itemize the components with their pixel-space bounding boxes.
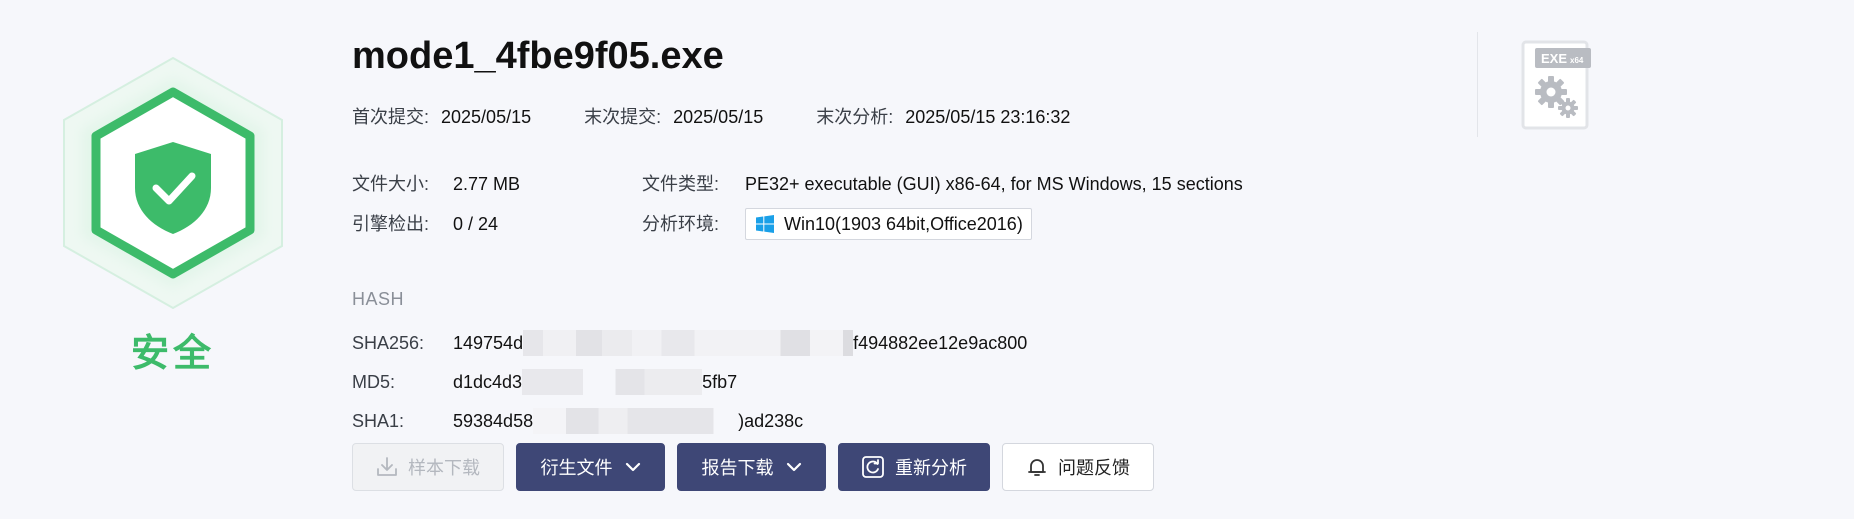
action-toolbar: 样本下载 衍生文件 报告下载 重新分析 问题反馈 [352,443,1154,491]
safe-shield-badge [50,50,296,320]
last-submit: 末次提交: 2025/05/15 [584,103,763,129]
download-icon [377,457,397,476]
chevron-down-icon [625,462,640,472]
sha1-label: SHA1: [352,411,405,431]
report-download-button[interactable]: 报告下载 [677,443,826,491]
windows-icon [756,215,774,233]
engine-detect-label: 引擎检出: [352,214,430,234]
md5-label: MD5: [352,372,396,392]
sha1-value-end: )ad238c [738,411,804,431]
file-type-value: PE32+ executable (GUI) x86-64, for MS Wi… [745,174,1243,194]
feedback-button[interactable]: 问题反馈 [1002,443,1154,491]
last-analysis-value: 2025/05/15 23:16:32 [905,107,1071,127]
last-submit-value: 2025/05/15 [673,107,764,127]
hash-row-md5: MD5: d1dc4d3 5fb7 [352,363,1352,402]
exe-x64-file-icon: EXE x64 [1520,38,1592,132]
redaction-mask [523,330,854,356]
md5-value[interactable]: d1dc4d3 5fb7 [453,363,737,402]
first-submit-value: 2025/05/15 [441,107,532,127]
file-type-label: 文件类型: [642,174,720,194]
divider [1477,32,1478,137]
first-submit-label: 首次提交: [352,107,430,127]
verdict-panel: 安全 [50,50,296,375]
derived-files-label: 衍生文件 [540,458,613,478]
report-download-label: 报告下载 [701,458,774,478]
bell-icon [1028,459,1046,476]
file-size-label: 文件大小: [352,174,430,194]
analysis-env-label: 分析环境: [642,214,720,234]
reanalyze-button[interactable]: 重新分析 [838,443,990,491]
hash-list: SHA256: 149754d f494882ee12e9ac800 MD5: d… [352,324,1352,441]
file-info-grid: 文件大小: 2.77 MB 文件类型: PE32+ executable (GU… [352,164,1352,244]
exe-badge-text: EXE [1541,51,1567,66]
last-submit-label: 末次提交: [584,107,662,127]
hash-heading: HASH [352,289,405,309]
download-sample-button[interactable]: 样本下载 [352,443,504,491]
file-name-title: mode1_4fbe9f05.exe [352,35,724,77]
chevron-down-icon [786,462,801,472]
last-analysis-label: 末次分析: [816,107,894,127]
submission-dates: 首次提交: 2025/05/15 末次提交: 2025/05/15 末次分析: 202… [352,103,1118,129]
hash-row-sha256: SHA256: 149754d f494882ee12e9ac800 [352,324,1352,363]
reanalyze-label: 重新分析 [895,458,967,478]
refresh-icon [862,456,884,478]
gear-small-icon [1558,98,1578,118]
sha1-value-start: 59384d58 [453,411,534,431]
redaction-mask [533,408,739,434]
download-sample-label: 样本下载 [408,458,480,478]
file-summary: mode1_4fbe9f05.exe 首次提交: 2025/05/15 末次提交:… [352,28,1452,434]
x64-badge-text: x64 [1570,56,1584,65]
sha256-value-end: f494882ee12e9ac800 [853,333,1028,353]
sha256-value-start: 149754d [453,333,524,353]
engine-detect-value: 0 / 24 [453,214,499,234]
file-size-value: 2.77 MB [453,174,521,194]
redaction-mask [522,369,703,395]
sha256-label: SHA256: [352,333,425,353]
first-submit: 首次提交: 2025/05/15 [352,103,531,129]
feedback-label: 问题反馈 [1058,458,1130,478]
sha256-value[interactable]: 149754d f494882ee12e9ac800 [453,324,1027,363]
hash-row-sha1: SHA1: 59384d58 )ad238c [352,402,1352,441]
md5-value-start: d1dc4d3 [453,372,523,392]
analysis-env-tag: Win10(1903 64bit,Office2016) [745,208,1032,240]
analysis-env-value: Win10(1903 64bit,Office2016) [784,214,1023,234]
info-row-size-type: 文件大小: 2.77 MB 文件类型: PE32+ executable (GU… [352,164,1352,204]
info-row-detect-env: 引擎检出: 0 / 24 分析环境: Win10(1903 64bit,Offi… [352,204,1352,244]
verdict-label: 安全 [130,333,215,375]
md5-value-end: 5fb7 [702,372,738,392]
last-analysis: 末次分析: 2025/05/15 23:16:32 [816,103,1070,129]
sha1-value[interactable]: 59384d58 )ad238c [453,402,803,441]
derived-files-button[interactable]: 衍生文件 [516,443,665,491]
